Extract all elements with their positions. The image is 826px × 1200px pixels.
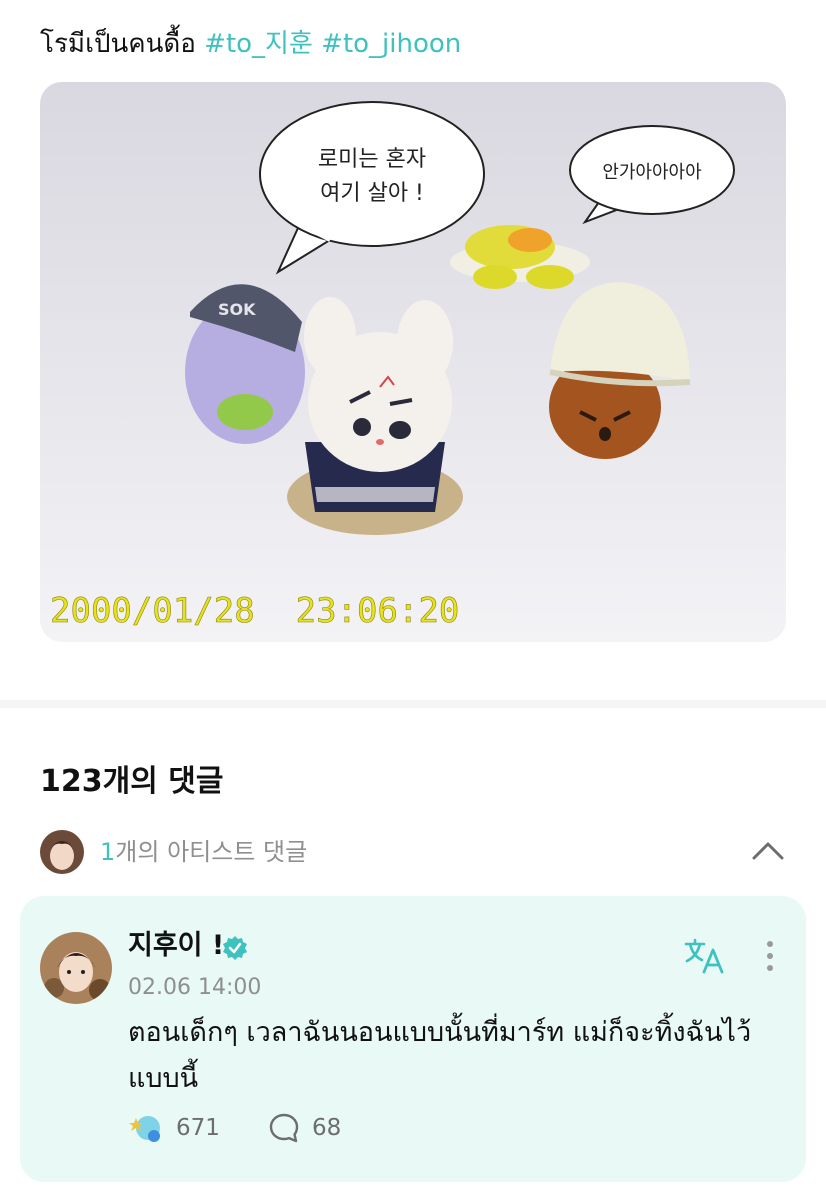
photo-timestamp: 2000/01/28 23:06:20 [50, 591, 459, 631]
comment-date: 02.06 14:00 [128, 975, 262, 1000]
artist-comments-label: 1개의 아티스트 댓글 [100, 834, 307, 870]
post-caption: โรมีเป็นคนดื้อ #to_지훈 #to_jihoon [40, 22, 461, 66]
verified-badge-icon [222, 935, 248, 961]
comment-author-avatar[interactable] [40, 932, 112, 1004]
purple-plush: SOK [185, 284, 305, 444]
white-bunny-plush [287, 297, 463, 535]
hat-text: SOK [218, 300, 256, 319]
chevron-up-icon[interactable] [750, 836, 786, 866]
more-vertical-icon[interactable] [760, 936, 780, 976]
hashtag-to-jihoon-korean[interactable]: #to_지훈 [204, 29, 313, 59]
speech-bubble-1-line2: 여기 살아 ! [320, 181, 424, 206]
comment-author-name[interactable]: 지후이 ! [128, 926, 224, 966]
artist-avatar [40, 830, 84, 874]
like-reaction-icon[interactable] [128, 1112, 162, 1144]
speech-bubble-icon[interactable] [268, 1112, 300, 1144]
comments-count: 123개의 댓글 [40, 764, 224, 799]
reply-count: 68 [312, 1115, 342, 1141]
post-photo[interactable]: SOK 로미는 혼자 여기 살아 ! 안가아아아아 2000/01/28 23:… [40, 82, 786, 642]
artist-comment-card: 지후이 ! 02.06 14:00 ตอนเด็กๆ เวลาฉันนอนแบบ… [20, 896, 806, 1182]
hashtag-to-jihoon[interactable]: #to_jihoon [321, 29, 461, 59]
artist-comments-text: 개의 아티스트 댓글 [115, 838, 308, 866]
section-divider [0, 700, 826, 708]
speech-bubble-1-line1: 로미는 혼자 [318, 147, 426, 172]
caption-text: โรมีเป็นคนดื้อ [40, 29, 196, 59]
like-count: 671 [176, 1115, 220, 1141]
comment-actions: 671 68 [128, 1108, 428, 1148]
comment-text: ตอนเด็กๆ เวลาฉันนอนแบบนั้นที่มาร์ท แม่ก็… [128, 1017, 752, 1094]
artist-comments-count: 1 [100, 838, 116, 866]
translate-icon[interactable] [682, 936, 726, 976]
speech-bubble-2-text: 안가아아아아 [602, 162, 702, 183]
artist-comments-toggle[interactable]: 1개의 아티스트 댓글 [40, 826, 786, 878]
